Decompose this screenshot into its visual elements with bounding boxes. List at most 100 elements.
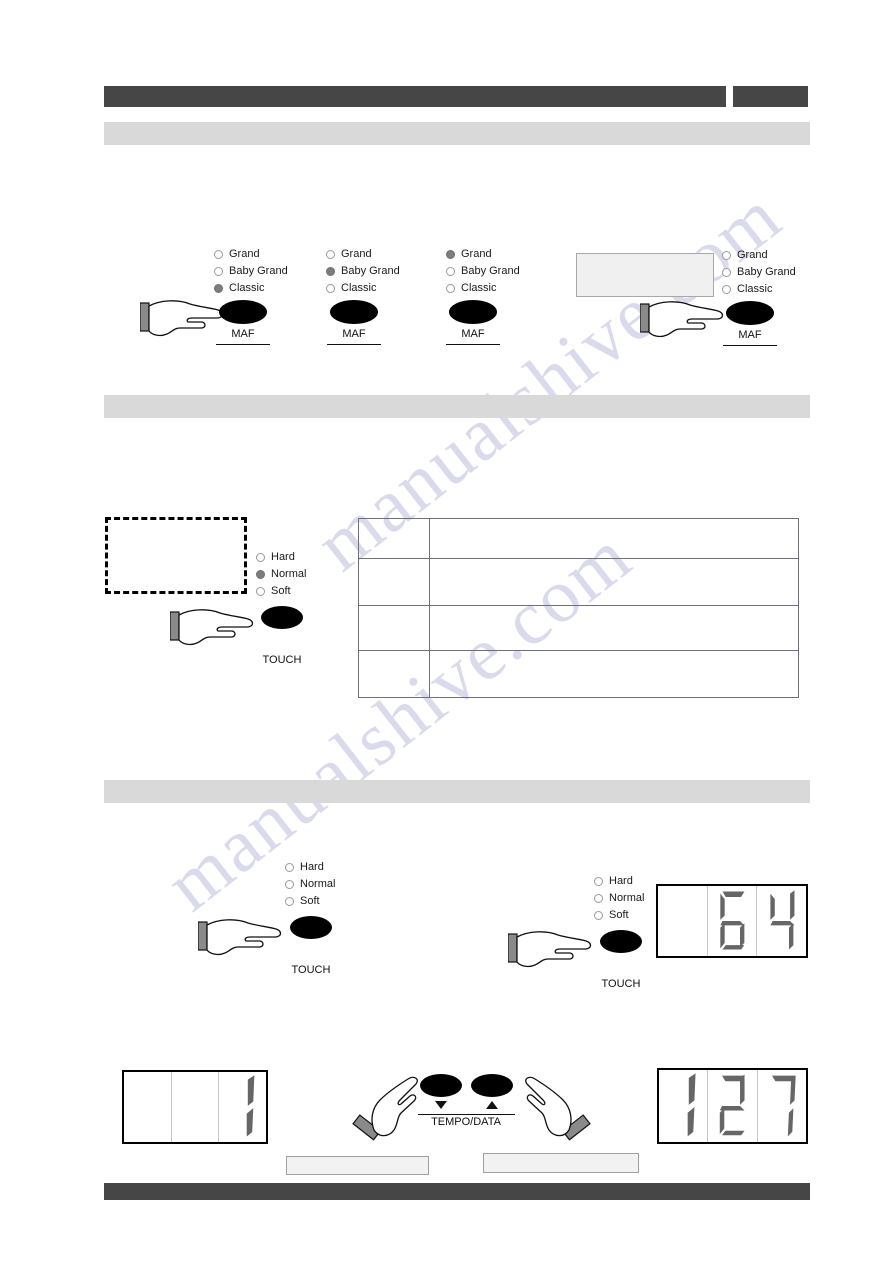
radio-dot-soft[interactable] [285, 896, 294, 906]
radio-group-step-2: Grand Baby Grand Classic [326, 246, 400, 297]
lcd-digit-cell [659, 1070, 709, 1142]
maf-button-step-1[interactable] [219, 300, 267, 324]
radio-dot-hard[interactable] [594, 876, 603, 886]
table-row [358, 558, 799, 606]
radio-option[interactable]: Hard [256, 549, 306, 565]
radio-dot-baby-grand[interactable] [326, 266, 335, 276]
radio-dot-normal[interactable] [594, 893, 603, 903]
radio-label-classic: Classic [461, 281, 497, 294]
radio-dot-soft[interactable] [594, 910, 603, 920]
radio-label-classic: Classic [229, 281, 265, 294]
radio-dot-classic[interactable] [446, 283, 455, 293]
touch-button-label-step-a: TOUCH [291, 964, 331, 976]
radio-dot-classic[interactable] [326, 283, 335, 293]
radio-group-touch-section-2: Hard Normal Soft [256, 549, 306, 600]
radio-option[interactable]: Baby Grand [722, 264, 796, 280]
maf-underline-step-4 [723, 345, 777, 346]
radio-dot-grand[interactable] [214, 249, 223, 259]
radio-label-grand: Grand [341, 247, 372, 260]
radio-dot-classic[interactable] [214, 283, 223, 293]
touch-button-step-a[interactable] [290, 916, 332, 939]
lcd-digit-4 [770, 890, 795, 950]
table-row [358, 650, 799, 698]
table-row [358, 605, 799, 651]
table-cell-desc [429, 605, 799, 651]
maf-button-step-4[interactable] [726, 301, 774, 325]
lcd-digit-cell [758, 1070, 806, 1142]
radio-label-classic: Classic [341, 281, 377, 294]
radio-dot-hard[interactable] [256, 552, 265, 562]
radio-option[interactable]: Normal [256, 566, 306, 582]
radio-dot-baby-grand[interactable] [446, 266, 455, 276]
tempo-down-button[interactable] [420, 1074, 462, 1097]
radio-dot-grand[interactable] [722, 250, 731, 260]
pointing-hand-icon-touch-section-2 [169, 606, 265, 648]
radio-option[interactable]: Soft [285, 893, 335, 909]
radio-option[interactable]: Baby Grand [214, 263, 288, 279]
radio-dot-normal[interactable] [285, 879, 294, 889]
lcd-digit-blank [124, 1072, 171, 1142]
section-bar-2 [104, 395, 810, 418]
lcd-digit-1 [687, 1073, 696, 1137]
radio-dot-soft[interactable] [256, 586, 265, 596]
radio-label-normal: Normal [609, 891, 645, 904]
maf-underline-step-3 [446, 344, 500, 345]
radio-label-soft: Soft [609, 908, 629, 921]
pointing-hand-icon-touch-step-b [507, 928, 603, 970]
radio-dot-baby-grand[interactable] [722, 267, 731, 277]
touch-button-step-b[interactable] [600, 930, 642, 953]
bottom-footer-bar [104, 1183, 810, 1200]
lcd-digit-1 [247, 1075, 255, 1137]
maf-button-step-2[interactable] [330, 300, 378, 324]
radio-option[interactable]: Grand [326, 246, 400, 262]
radio-option[interactable]: Soft [594, 907, 644, 923]
lcd-digit-cell [757, 886, 806, 956]
lcd-digit-6 [719, 891, 745, 950]
radio-label-baby-grand: Baby Grand [461, 264, 520, 277]
callout-dashed-box [105, 517, 247, 594]
radio-dot-baby-grand[interactable] [214, 266, 223, 276]
radio-option[interactable]: Hard [285, 859, 335, 875]
lcd-digit-7 [771, 1075, 796, 1137]
radio-dot-hard[interactable] [285, 862, 294, 872]
touch-button-section-2[interactable] [261, 606, 303, 629]
radio-option[interactable]: Classic [722, 281, 796, 297]
lcd-digit-blank [658, 886, 707, 956]
tempo-underline [418, 1114, 515, 1115]
radio-option[interactable]: Soft [256, 583, 306, 599]
radio-group-step-1: Grand Baby Grand Classic [214, 246, 288, 297]
radio-option[interactable]: Normal [285, 876, 335, 892]
radio-option[interactable]: Grand [214, 246, 288, 262]
maf-button-step-3[interactable] [449, 300, 497, 324]
radio-option[interactable]: Normal [594, 890, 644, 906]
radio-dot-grand[interactable] [446, 249, 455, 259]
radio-option[interactable]: Classic [446, 280, 520, 296]
top-header-bar-main [104, 86, 726, 107]
radio-option[interactable]: Grand [722, 247, 796, 263]
radio-dot-classic[interactable] [722, 284, 731, 294]
radio-label-normal: Normal [300, 877, 336, 890]
pointing-hand-icon-step-4 [639, 298, 735, 340]
maf-button-label-step-4: MAF [738, 329, 762, 341]
section-bar-1 [104, 122, 810, 145]
radio-option[interactable]: Classic [326, 280, 400, 296]
top-header-bar-side [733, 86, 808, 107]
radio-option[interactable]: Classic [214, 280, 288, 296]
radio-label-classic: Classic [737, 282, 773, 295]
lcd-digit-cell [658, 886, 708, 956]
lcd-display-64 [656, 884, 808, 958]
radio-option[interactable]: Grand [446, 246, 520, 262]
lcd-digit-blank [172, 1072, 219, 1142]
lcd-digit-cell [172, 1072, 220, 1142]
radio-option[interactable]: Hard [594, 873, 644, 889]
radio-label-soft: Soft [300, 894, 320, 907]
radio-dot-grand[interactable] [326, 249, 335, 259]
radio-dot-normal[interactable] [256, 569, 265, 579]
maf-underline-step-1 [216, 344, 270, 345]
lcd-digit-cell [708, 1070, 758, 1142]
radio-label-grand: Grand [229, 247, 260, 260]
table-cell-name [358, 650, 430, 698]
radio-option[interactable]: Baby Grand [326, 263, 400, 279]
tempo-up-arrow-icon [486, 1101, 498, 1109]
radio-option[interactable]: Baby Grand [446, 263, 520, 279]
